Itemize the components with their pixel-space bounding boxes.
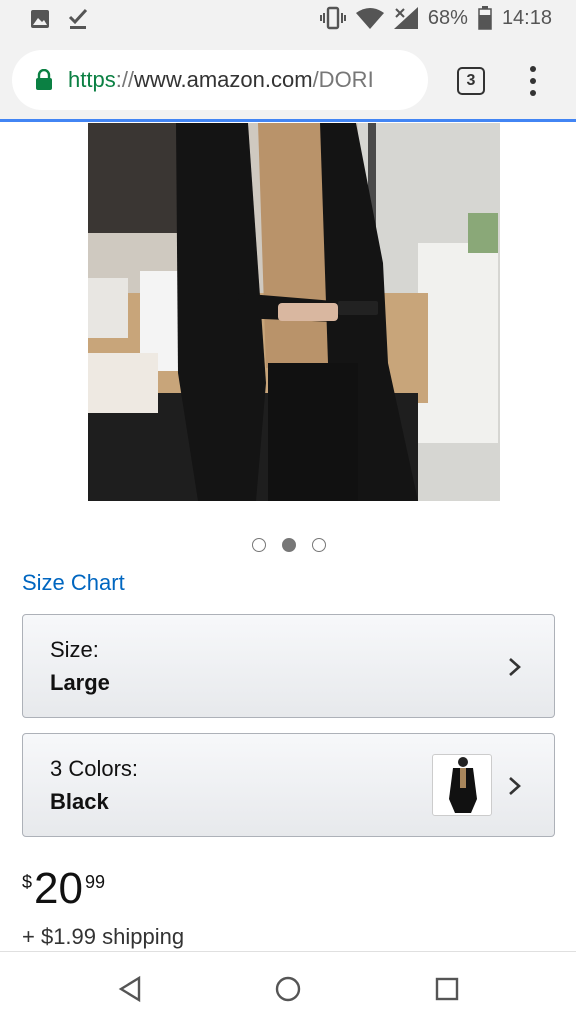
color-value: Black: [50, 789, 109, 814]
battery-percent: 68%: [427, 6, 468, 29]
url-host: www.amazon.com: [134, 67, 313, 92]
signal-icon: [393, 7, 418, 29]
vibrate-icon: [319, 6, 346, 30]
url-text[interactable]: https://www.amazon.com/DORI: [68, 67, 374, 93]
chevron-right-icon: [509, 658, 521, 676]
product-image[interactable]: [88, 123, 500, 501]
size-label: Size:: [50, 637, 99, 662]
system-navigation-bar: [0, 951, 576, 1024]
carousel-dot[interactable]: [252, 538, 266, 552]
color-label: 3 Colors:: [50, 756, 139, 781]
recents-square-icon[interactable]: [432, 974, 462, 1004]
carousel-indicator: [252, 538, 326, 552]
home-circle-icon[interactable]: [273, 974, 303, 1004]
color-selector-button[interactable]: 3 Colors: Black: [22, 733, 555, 837]
url-separator: ://: [115, 67, 135, 92]
wifi-icon: [355, 8, 384, 29]
price-whole: 20: [34, 864, 83, 913]
price-currency: $: [22, 872, 33, 892]
size-value: Large: [50, 670, 110, 695]
color-swatch-thumbnail: [432, 754, 492, 816]
url-path: /DORI: [312, 67, 374, 92]
address-bar[interactable]: https://www.amazon.com/DORI: [12, 50, 428, 110]
url-scheme: https: [68, 67, 116, 92]
carousel-dot-active[interactable]: [282, 538, 296, 552]
status-bar: 68% 14:18: [0, 0, 576, 40]
tab-switcher-button[interactable]: 3: [457, 67, 485, 95]
size-selector-button[interactable]: Size: Large: [22, 614, 555, 718]
battery-icon: [478, 6, 492, 30]
download-done-icon: [68, 8, 88, 29]
carousel-dot[interactable]: [312, 538, 326, 552]
price-fraction: 99: [84, 872, 105, 892]
status-time: 14:18: [501, 6, 552, 29]
coat-thumbnail-icon: [449, 757, 477, 813]
status-system: 68% 14:18: [319, 6, 552, 30]
back-triangle-icon[interactable]: [115, 974, 145, 1004]
product-price: $ 20 99: [22, 866, 105, 912]
status-notifications: [30, 8, 88, 30]
shipping-cost: + $1.99 shipping: [22, 924, 185, 949]
chevron-right-icon: [509, 777, 521, 795]
image-notification-icon: [31, 10, 49, 28]
lock-icon[interactable]: [34, 69, 54, 91]
browser-toolbar: https://www.amazon.com/DORI 3: [0, 40, 576, 122]
product-photo-illustration: [88, 123, 500, 501]
size-chart-link[interactable]: Size Chart: [22, 570, 125, 596]
menu-more-icon[interactable]: [526, 66, 540, 96]
